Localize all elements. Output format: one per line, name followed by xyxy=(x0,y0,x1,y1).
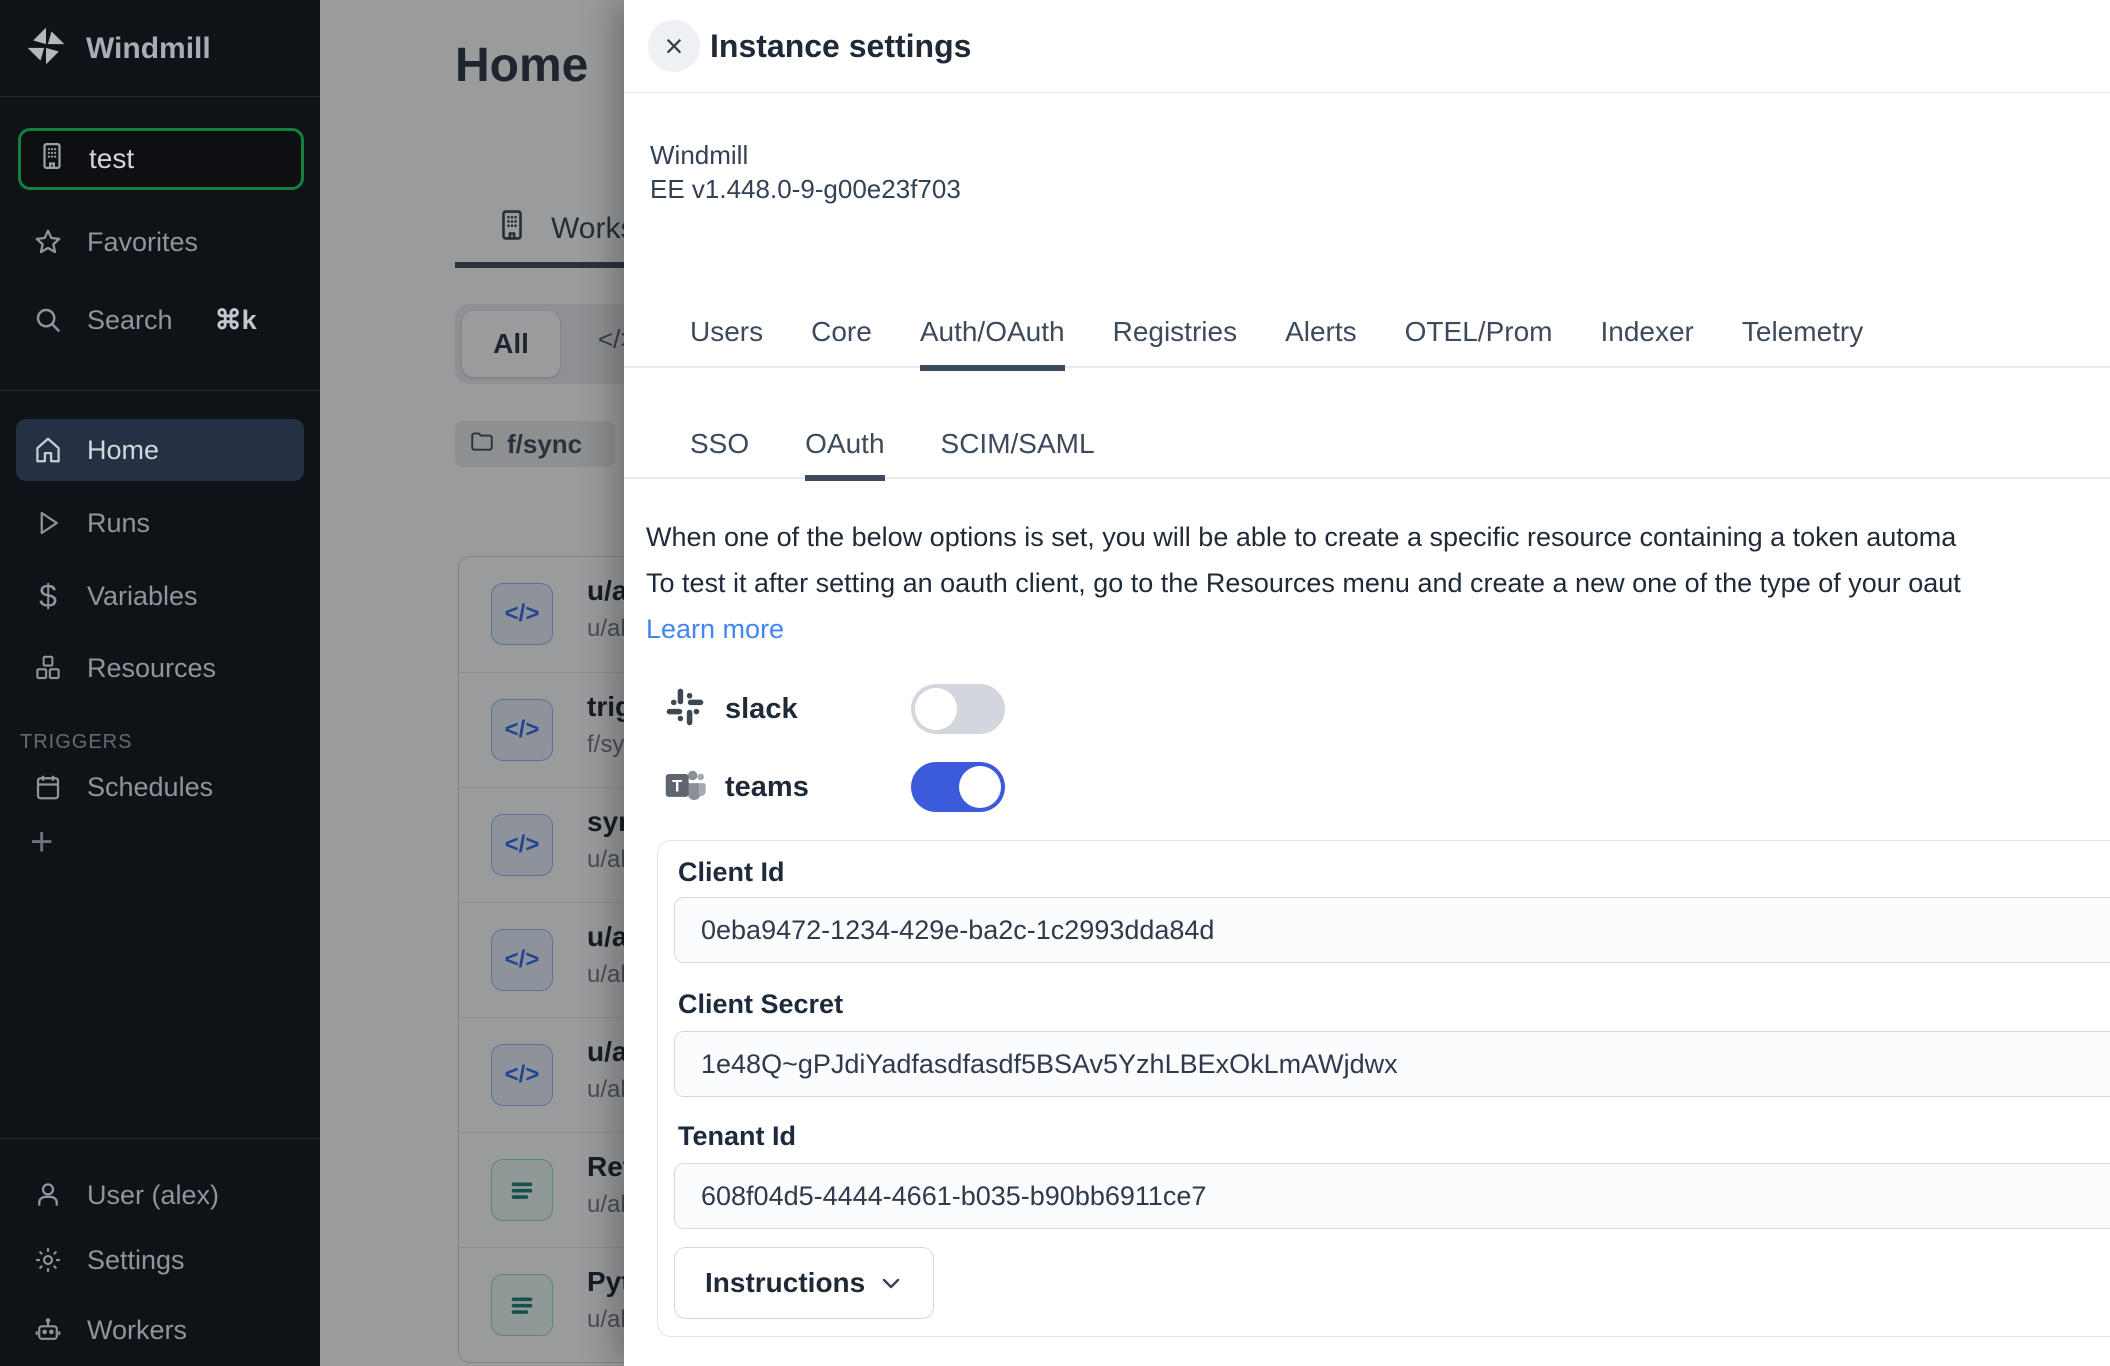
oauth-description: When one of the below options is set, yo… xyxy=(646,514,2110,652)
description-line-1: When one of the below options is set, yo… xyxy=(646,514,2110,560)
instructions-label: Instructions xyxy=(705,1267,865,1299)
tenant-id-input[interactable] xyxy=(674,1163,2110,1229)
workspace-name: test xyxy=(89,143,134,175)
teams-label: teams xyxy=(725,771,885,804)
sidebar-item-workers[interactable]: Workers xyxy=(0,1299,320,1361)
integration-teams-row: T teams xyxy=(663,762,1005,812)
tab-otel-prom[interactable]: OTEL/Prom xyxy=(1405,316,1553,371)
divider xyxy=(0,96,320,97)
instructions-button[interactable]: Instructions xyxy=(674,1247,934,1319)
svg-text:T: T xyxy=(672,777,682,795)
client-id-input[interactable] xyxy=(674,897,2110,963)
version-string: EE v1.448.0-9-g00e23f703 xyxy=(650,172,961,206)
sidebar-item-settings[interactable]: Settings xyxy=(0,1229,320,1291)
drawer-title: Instance settings xyxy=(710,28,971,65)
toggle-knob xyxy=(959,766,1001,808)
windmill-logo-icon xyxy=(24,24,68,73)
tab-indexer[interactable]: Indexer xyxy=(1600,316,1693,371)
tab-alerts[interactable]: Alerts xyxy=(1285,316,1357,371)
building-icon xyxy=(37,141,67,178)
cubes-icon xyxy=(33,653,63,683)
integration-slack-row: slack xyxy=(663,684,1005,734)
app-logo: Windmill xyxy=(24,24,211,73)
sidebar-item-label: Workers xyxy=(87,1315,187,1346)
sidebar-item-label: Settings xyxy=(87,1245,185,1276)
tab-telemetry[interactable]: Telemetry xyxy=(1742,316,1863,371)
close-icon: × xyxy=(665,28,684,65)
client-secret-label: Client Secret xyxy=(678,989,843,1020)
chevron-down-icon xyxy=(879,1267,903,1299)
gear-icon xyxy=(33,1245,63,1275)
tab-registries[interactable]: Registries xyxy=(1113,316,1237,371)
sidebar-item-label: Home xyxy=(87,435,159,466)
sidebar-item-label: Variables xyxy=(87,581,198,612)
robot-icon xyxy=(33,1315,63,1345)
settings-tabs: Users Core Auth/OAuth Registries Alerts … xyxy=(690,316,1863,371)
divider xyxy=(0,390,320,391)
calendar-icon xyxy=(33,772,63,802)
sidebar-item-runs[interactable]: Runs xyxy=(0,492,320,554)
sidebar-item-label: Favorites xyxy=(87,227,198,258)
tenant-id-label: Tenant Id xyxy=(678,1121,796,1152)
dollar-icon: $ xyxy=(33,578,63,615)
slack-toggle[interactable] xyxy=(911,684,1005,734)
close-button[interactable]: × xyxy=(648,20,700,72)
subtab-scim-saml[interactable]: SCIM/SAML xyxy=(941,428,1095,481)
workspace-selector[interactable]: test xyxy=(18,128,304,190)
teams-toggle[interactable] xyxy=(911,762,1005,812)
teams-config-card: Client Id Client Secret Tenant Id Instru… xyxy=(657,840,2110,1337)
sidebar: Windmill test Favorites xyxy=(0,0,320,1366)
home-icon xyxy=(33,435,63,465)
add-trigger-button[interactable]: + xyxy=(30,820,53,865)
divider xyxy=(624,92,2110,93)
product-name: Windmill xyxy=(650,138,961,172)
description-line-2: To test it after setting an oauth client… xyxy=(646,560,2110,606)
app-name: Windmill xyxy=(86,32,211,66)
sidebar-item-favorites[interactable]: Favorites xyxy=(0,211,320,273)
user-icon xyxy=(33,1180,63,1210)
sidebar-item-label: Schedules xyxy=(87,772,213,803)
subtab-oauth[interactable]: OAuth xyxy=(805,428,884,481)
sidebar-item-resources[interactable]: Resources xyxy=(0,637,320,699)
sidebar-item-label: User (alex) xyxy=(87,1180,219,1211)
triggers-heading: TRIGGERS xyxy=(20,731,132,754)
sidebar-item-schedules[interactable]: Schedules xyxy=(0,756,320,818)
toggle-knob xyxy=(915,688,957,730)
search-shortcut: ⌘k xyxy=(215,305,257,336)
slack-label: slack xyxy=(725,693,885,726)
tab-auth-oauth[interactable]: Auth/OAuth xyxy=(920,316,1065,371)
sidebar-item-search[interactable]: Search ⌘k xyxy=(0,289,320,351)
sidebar-item-label: Resources xyxy=(87,653,216,684)
search-icon xyxy=(33,305,63,335)
play-icon xyxy=(33,508,63,538)
subtab-sso[interactable]: SSO xyxy=(690,428,749,481)
slack-icon xyxy=(663,685,707,734)
sidebar-item-variables[interactable]: $ Variables xyxy=(0,565,320,627)
sidebar-item-label: Runs xyxy=(87,508,150,539)
star-icon xyxy=(33,227,63,257)
tab-core[interactable]: Core xyxy=(811,316,872,371)
sidebar-item-user[interactable]: User (alex) xyxy=(0,1164,320,1226)
divider xyxy=(0,1138,320,1139)
learn-more-link[interactable]: Learn more xyxy=(646,606,2110,652)
client-id-label: Client Id xyxy=(678,857,785,888)
instance-settings-drawer: × Instance settings Windmill EE v1.448.0… xyxy=(624,0,2110,1366)
teams-icon: T xyxy=(663,763,707,812)
version-info: Windmill EE v1.448.0-9-g00e23f703 xyxy=(650,138,961,206)
sidebar-item-label: Search xyxy=(87,305,173,336)
sidebar-item-home[interactable]: Home xyxy=(16,419,304,481)
tab-users[interactable]: Users xyxy=(690,316,763,371)
client-secret-input[interactable] xyxy=(674,1031,2110,1097)
auth-subtabs: SSO OAuth SCIM/SAML xyxy=(690,428,1095,481)
